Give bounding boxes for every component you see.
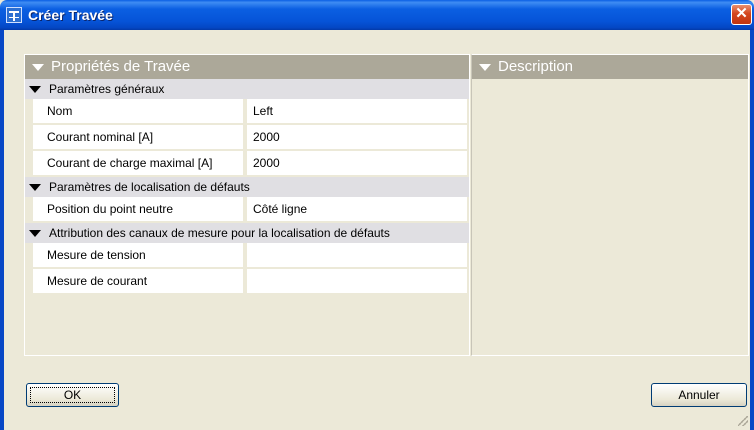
cancel-button-label: Annuler xyxy=(678,388,720,402)
property-value-current-measurement[interactable] xyxy=(247,269,467,295)
properties-panel: Propriétés de Travée Paramètres généraux… xyxy=(24,54,470,356)
collapse-arrow-icon xyxy=(29,230,41,237)
ok-button[interactable]: OK xyxy=(26,383,119,407)
cancel-button[interactable]: Annuler xyxy=(651,383,747,407)
window-frame-right xyxy=(750,30,754,430)
group-measurement-channels[interactable]: Attribution des canaux de mesure pour la… xyxy=(25,223,469,243)
description-panel-header[interactable]: Description xyxy=(472,55,748,79)
app-icon xyxy=(6,7,22,23)
property-row[interactable]: Position du point neutre Côté ligne xyxy=(25,197,469,223)
properties-panel-title: Propriétés de Travée xyxy=(51,58,191,75)
property-row[interactable]: Nom Left xyxy=(25,99,469,125)
focus-rectangle xyxy=(30,387,115,403)
window-title: Créer Travée xyxy=(28,7,113,23)
resize-grip-icon[interactable] xyxy=(738,416,748,426)
collapse-arrow-icon xyxy=(29,86,41,93)
property-name: Nom xyxy=(33,99,247,125)
property-value-nominal-current[interactable]: 2000 xyxy=(247,125,467,151)
title-bar[interactable]: Créer Travée ✕ xyxy=(0,0,754,30)
property-name: Courant nominal [A] xyxy=(33,125,247,151)
group-label: Attribution des canaux de mesure pour la… xyxy=(49,226,390,240)
close-button[interactable]: ✕ xyxy=(731,4,752,25)
properties-panel-header[interactable]: Propriétés de Travée xyxy=(25,55,469,79)
group-general[interactable]: Paramètres généraux xyxy=(25,79,469,99)
group-label: Paramètres généraux xyxy=(49,82,165,96)
collapse-arrow-icon xyxy=(479,64,491,71)
property-name: Mesure de courant xyxy=(33,269,247,295)
collapse-arrow-icon xyxy=(32,64,44,71)
property-row[interactable]: Courant de charge maximal [A] 2000 xyxy=(25,151,469,177)
collapse-arrow-icon xyxy=(29,184,41,191)
property-row[interactable]: Mesure de tension xyxy=(25,243,469,269)
close-icon: ✕ xyxy=(735,5,748,22)
property-value-voltage-measurement[interactable] xyxy=(247,243,467,269)
property-name: Mesure de tension xyxy=(33,243,247,269)
property-value-neutral-point[interactable]: Côté ligne xyxy=(247,197,467,223)
property-row[interactable]: Mesure de courant xyxy=(25,269,469,295)
property-name: Position du point neutre xyxy=(33,197,247,223)
description-panel-title: Description xyxy=(498,58,574,75)
property-value-max-load-current[interactable]: 2000 xyxy=(247,151,467,177)
property-value-name[interactable]: Left xyxy=(247,99,467,125)
window-frame-left xyxy=(0,30,4,430)
property-name: Courant de charge maximal [A] xyxy=(33,151,247,177)
description-panel: Description xyxy=(471,54,749,356)
group-fault-location[interactable]: Paramètres de localisation de défauts xyxy=(25,177,469,197)
group-label: Paramètres de localisation de défauts xyxy=(49,180,250,194)
property-row[interactable]: Courant nominal [A] 2000 xyxy=(25,125,469,151)
